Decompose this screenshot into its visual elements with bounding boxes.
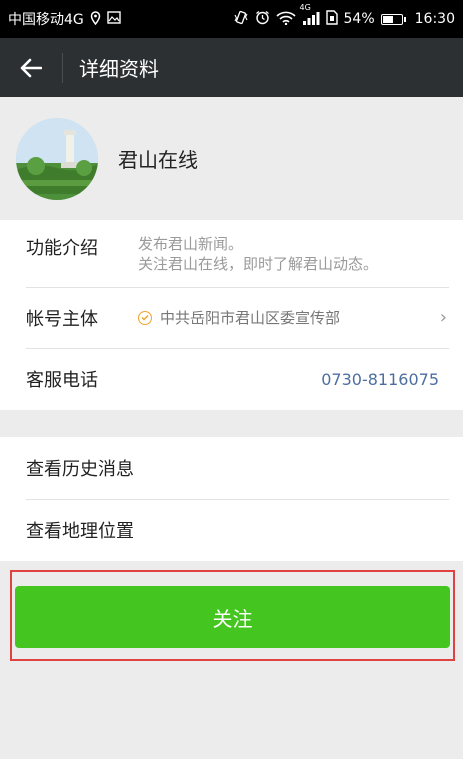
carrier-label: 中国移动4G [8, 12, 84, 28]
clock: 16:30 [414, 11, 455, 27]
owner-value-group: 中共岳阳市君山区委宣传部 [138, 307, 340, 328]
network-type-label: 4G [299, 2, 311, 12]
intro-label: 功能介绍 [26, 238, 98, 259]
intro-row: 功能介绍 发布君山新闻。 关注君山在线，即时了解君山动态。 [0, 220, 463, 287]
status-bar: 中国移动4G 4G 54% 16:30 [0, 0, 463, 38]
profile-header: 君山在线 [0, 97, 463, 220]
owner-row[interactable]: 帐号主体 中共岳阳市君山区委宣传部 › [0, 287, 463, 348]
verified-check-icon [138, 310, 152, 325]
phone-row[interactable]: 客服电话 0730-8116075 [0, 348, 463, 410]
title-bar: 详细资料 [0, 38, 463, 97]
follow-button[interactable]: 关注 [15, 586, 450, 648]
location-row[interactable]: 查看地理位置 [0, 499, 463, 561]
alarm-icon [255, 10, 270, 28]
intro-text: 发布君山新闻。 关注君山在线，即时了解君山动态。 [138, 234, 378, 274]
info-card: 功能介绍 发布君山新闻。 关注君山在线，即时了解君山动态。 帐号主体 中共岳阳市… [0, 220, 463, 410]
history-label: 查看历史消息 [26, 459, 134, 480]
phone-label: 客服电话 [26, 370, 98, 391]
owner-value: 中共岳阳市君山区委宣传部 [160, 309, 341, 327]
chevron-right-icon: › [439, 307, 447, 328]
back-arrow-icon [20, 58, 42, 77]
battery-icon [380, 13, 406, 25]
more-card: 查看历史消息 查看地理位置 [0, 437, 463, 561]
title-divider [62, 52, 63, 83]
avatar-image [16, 117, 98, 200]
owner-label: 帐号主体 [26, 308, 98, 330]
back-button[interactable] [0, 38, 62, 97]
location-icon [90, 10, 101, 28]
account-name: 君山在线 [118, 148, 198, 172]
signal-icon: 4G [300, 3, 320, 28]
phone-value[interactable]: 0730-8116075 [321, 370, 439, 389]
battery-percent: 54% [343, 11, 375, 27]
wifi-icon [275, 11, 296, 28]
page-title: 详细资料 [79, 57, 159, 81]
sim-icon [325, 10, 338, 28]
location-label: 查看地理位置 [26, 521, 134, 542]
avatar[interactable] [16, 117, 98, 200]
history-row[interactable]: 查看历史消息 [0, 437, 463, 499]
image-icon [107, 11, 121, 27]
intro-line-2: 关注君山在线，即时了解君山动态。 [138, 255, 379, 273]
vibrate-icon [233, 10, 249, 28]
intro-line-1: 发布君山新闻。 [138, 235, 244, 253]
